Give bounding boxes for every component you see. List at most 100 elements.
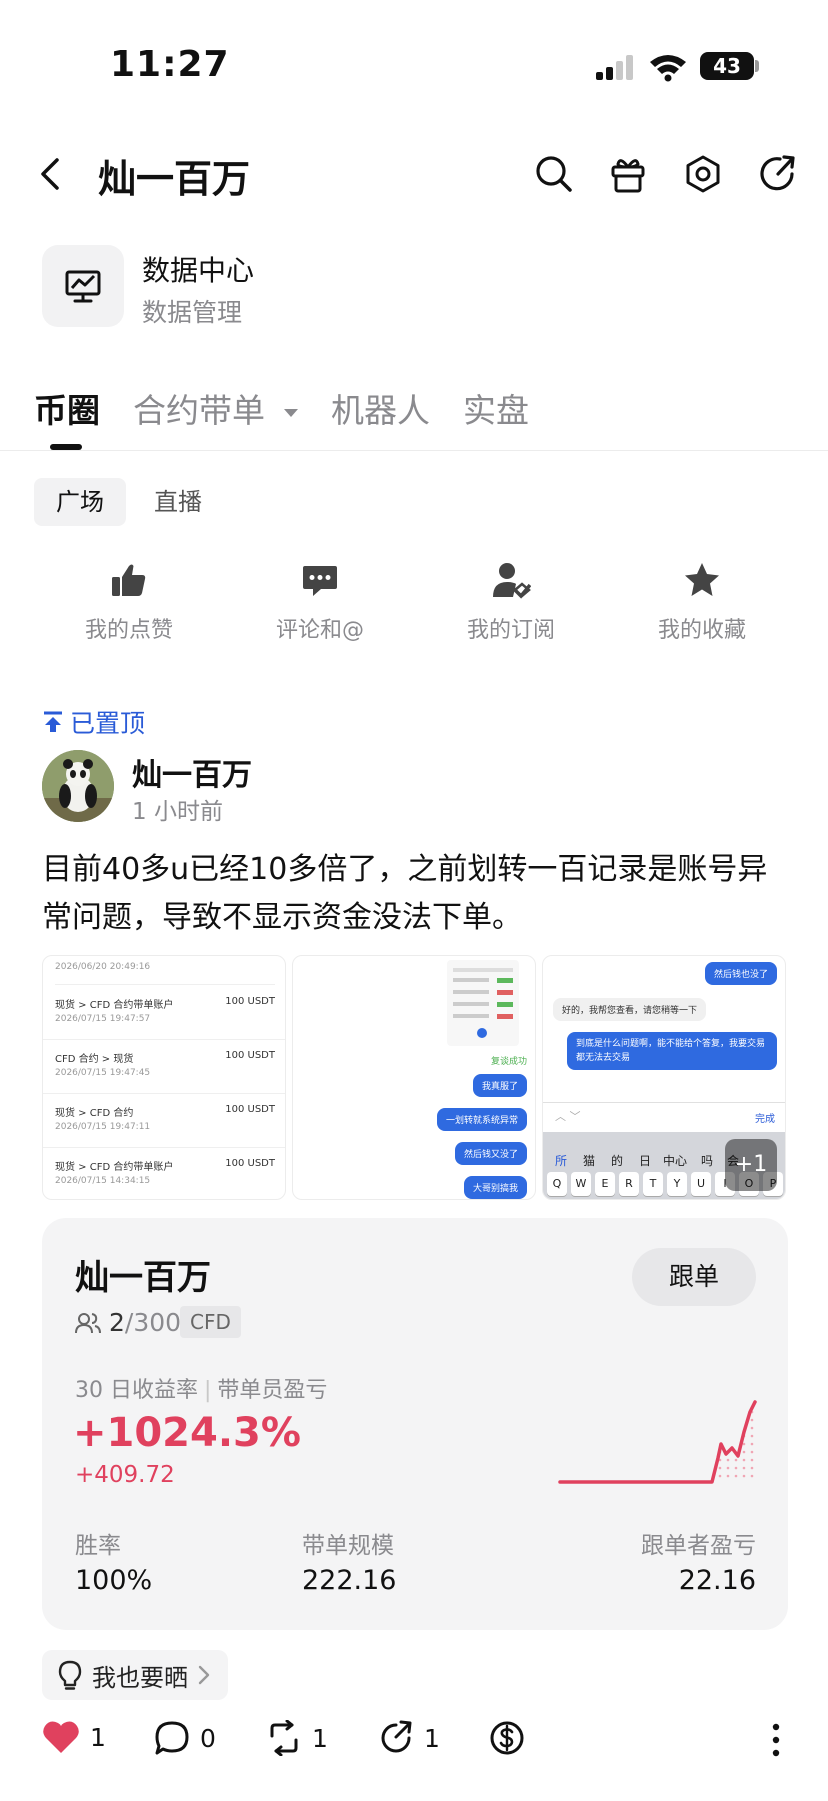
transfer-date: 2026/07/15 19:47:45 <box>55 1068 151 1078</box>
chat-bubble: 然后钱也没了 <box>704 962 777 985</box>
chat-bubble: 我真服了 <box>472 1074 527 1097</box>
transfer-amount: 100 USDT <box>225 996 275 1007</box>
transfer-amount: 100 USDT <box>225 1104 275 1115</box>
keyboard-key: Y <box>667 1172 687 1196</box>
keyboard-candidate: 所 <box>555 1154 568 1168</box>
follow-copy-button[interactable]: 跟单 <box>632 1248 756 1306</box>
followers-current: 2 <box>109 1308 125 1337</box>
my-subscriptions-button[interactable]: 我的订阅 <box>441 560 581 644</box>
post-image-1[interactable]: 2026/06/20 20:49:16 现货 > CFD 合约带单账户 2026… <box>42 955 286 1200</box>
share-too-button[interactable]: 我也要晒 <box>42 1650 228 1700</box>
tab-crypto[interactable]: 币圈 <box>34 384 100 432</box>
follower-pnl-value: 22.16 <box>678 1565 756 1596</box>
roi-label: 30 日收益率 <box>75 1378 198 1403</box>
follower-pnl-label: 跟单者盈亏 <box>641 1533 756 1559</box>
roi-sparkline <box>558 1378 758 1490</box>
dollar-coin-icon <box>490 1721 524 1755</box>
repost-icon <box>270 1720 298 1756</box>
comment-icon <box>303 566 337 596</box>
chevron-right-icon <box>198 1665 210 1685</box>
star-icon <box>685 563 719 596</box>
data-center-title[interactable]: 数据中心 <box>142 249 254 289</box>
chat-bubble: 然后钱又没了 <box>454 1142 527 1165</box>
page-title: 灿一百万 <box>98 157 251 201</box>
chat-reply-bubble: 好的，我帮您查看，请您稍等一下 <box>553 998 707 1021</box>
my-favorites-label: 我的收藏 <box>657 618 746 643</box>
like-count: 1 <box>90 1722 106 1752</box>
subscribe-user-icon <box>493 563 531 599</box>
keyboard-arrows: ︿ ﹀ <box>555 1110 581 1123</box>
keyboard-candidate: 中心 <box>663 1154 688 1168</box>
copy-scale-value: 222.16 <box>302 1565 397 1596</box>
tip-button[interactable] <box>489 1720 525 1756</box>
tab-contract-copy[interactable]: 合约带单 <box>133 384 300 432</box>
settings-icon[interactable] <box>681 152 725 196</box>
share-too-label: 我也要晒 <box>92 1663 188 1692</box>
transfer-title: 现货 > CFD 合约带单账户 <box>55 1162 174 1173</box>
share-icon[interactable] <box>756 152 800 196</box>
lightbulb-icon <box>58 1660 82 1690</box>
search-icon[interactable] <box>532 152 576 196</box>
metric-labels: 30 日收益率 | 带单员盈亏 <box>75 1378 328 1403</box>
pinned-text: 已置顶 <box>70 709 146 738</box>
transfer-title: 现货 > CFD 合约带单账户 <box>55 1000 174 1011</box>
caret-down-icon <box>283 408 298 417</box>
data-center-icon-tile[interactable] <box>42 245 124 327</box>
transfer-row: 现货 > CFD 合约带单账户 2026/07/15 14:34:15 100 … <box>43 1148 285 1199</box>
chart-monitor-icon <box>65 270 101 303</box>
keyboard-key: Q <box>547 1172 567 1196</box>
my-likes-button[interactable]: 我的点赞 <box>59 560 199 644</box>
transfer-date: 2026/07/15 19:47:11 <box>55 1122 151 1132</box>
chat-bubble: 大哥别搞我 <box>463 1176 527 1199</box>
avatar[interactable] <box>42 750 114 822</box>
tab-robot[interactable]: 机器人 <box>331 384 430 432</box>
data-center-subtitle: 数据管理 <box>142 298 243 327</box>
followers-max: /300 <box>124 1308 182 1337</box>
my-likes-label: 我的点赞 <box>84 618 173 643</box>
roi-value: +1024.3% <box>73 1410 301 1456</box>
share-arrow-icon <box>381 1720 412 1753</box>
battery-cap <box>755 60 759 72</box>
keyboard-key: T <box>643 1172 663 1196</box>
transfer-date: 2026/07/15 19:47:57 <box>55 1014 151 1024</box>
pinned-label: 已置顶 <box>42 704 145 740</box>
status-time: 11:27 <box>110 44 230 85</box>
subtab-live[interactable]: 直播 <box>132 478 224 526</box>
keyboard-done: 完成 <box>755 1114 775 1125</box>
trader-name: 灿一百万 <box>75 1258 211 1298</box>
tab-contract-copy-label: 合约带单 <box>133 391 265 430</box>
cfd-tag: CFD <box>180 1306 241 1338</box>
gift-icon[interactable] <box>606 152 650 196</box>
back-arrow-icon[interactable] <box>28 152 72 196</box>
transfer-row: 现货 > CFD 合约 2026/07/15 19:47:11 100 USDT <box>43 1094 285 1148</box>
battery-indicator: 43 <box>700 52 754 80</box>
repost-button[interactable]: 1 <box>266 1720 328 1756</box>
keyboard-candidate: 猫 <box>583 1154 596 1168</box>
keyboard-key: R <box>619 1172 639 1196</box>
keyboard-key: W <box>571 1172 591 1196</box>
comment-button[interactable]: 0 <box>154 1720 216 1756</box>
post-image-3[interactable]: 然后钱也没了 好的，我帮您查看，请您稍等一下 到底是什么问题啊，能不能给个答复，… <box>542 955 786 1200</box>
keyboard-candidate: 日 <box>639 1154 652 1168</box>
win-rate-label: 胜率 <box>75 1533 121 1559</box>
transfer-title: CFD 合约 > 现货 <box>55 1054 134 1065</box>
keyboard-candidate: 吗 <box>701 1154 714 1168</box>
comments-mentions-label: 评论和@ <box>275 618 364 643</box>
transfer-row: 现货 > CFD 合约带单账户 2026/07/15 19:47:57 100 … <box>43 986 285 1040</box>
subtab-square[interactable]: 广场 <box>34 478 126 526</box>
tab-live-account[interactable]: 实盘 <box>463 384 529 432</box>
keyboard-key: E <box>595 1172 615 1196</box>
more-options-icon[interactable] <box>770 1722 782 1762</box>
comment-bubble-icon <box>155 1721 189 1755</box>
my-subscriptions-label: 我的订阅 <box>466 618 555 643</box>
embedded-screenshot <box>447 960 519 1046</box>
post-image-2[interactable]: 复谈成功 我真服了 一划转就系统异常 然后钱又没了 大哥别搞我 <box>292 955 536 1200</box>
my-favorites-button[interactable]: 我的收藏 <box>632 560 772 644</box>
more-images-badge[interactable]: +1 <box>725 1139 777 1191</box>
pin-top-icon <box>44 711 62 732</box>
followers-count: 2/300 <box>75 1308 181 1337</box>
author-name[interactable]: 灿一百万 <box>132 750 252 794</box>
comments-mentions-button[interactable]: 评论和@ <box>250 560 390 644</box>
like-button[interactable]: 1 <box>42 1720 106 1754</box>
share-button[interactable]: 1 <box>378 1720 440 1756</box>
